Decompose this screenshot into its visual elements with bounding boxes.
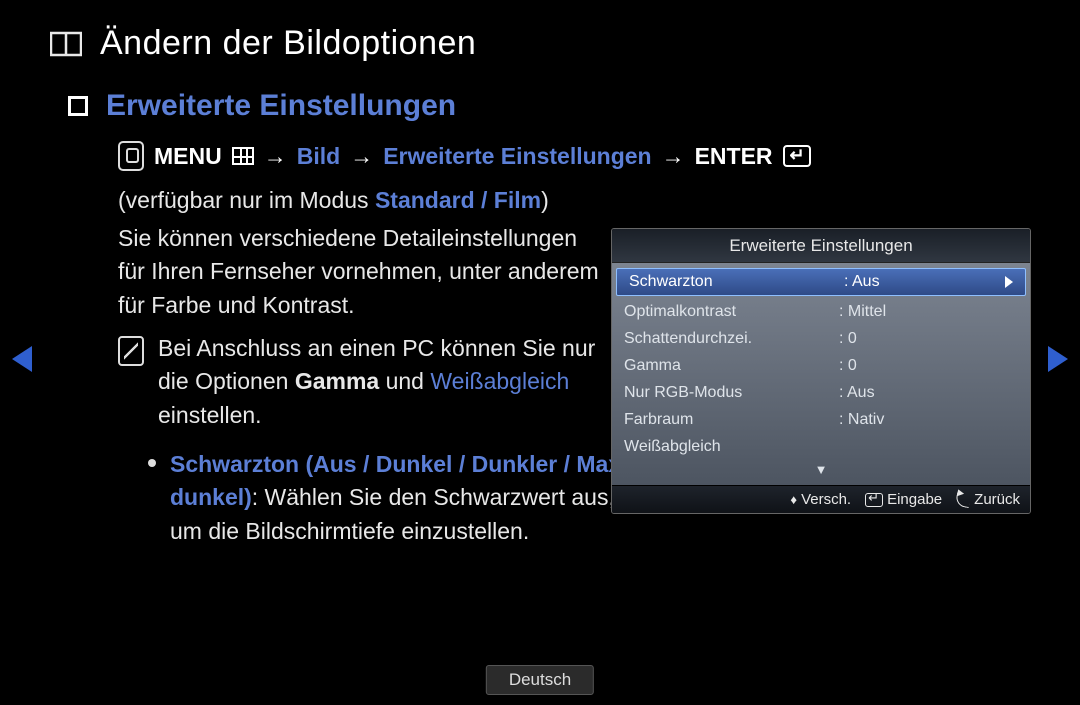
nav-next-button[interactable] bbox=[1048, 346, 1068, 372]
osd-row[interactable]: Farbraum: Nativ bbox=[612, 406, 1030, 433]
section-heading: Erweiterte Einstellungen bbox=[106, 89, 456, 123]
scroll-down-indicator: ▼ bbox=[612, 460, 1030, 477]
osd-row-value: : Aus bbox=[839, 384, 1018, 402]
availability-prefix: (verfügbar nur im Modus bbox=[118, 187, 375, 213]
menu-path: MENU → Bild → Erweiterte Einstellungen →… bbox=[118, 141, 1030, 171]
page-title: Ändern der Bildoptionen bbox=[100, 24, 476, 63]
path-item-1: Bild bbox=[297, 143, 340, 170]
language-badge: Deutsch bbox=[486, 665, 594, 695]
osd-row[interactable]: Nur RGB-Modus: Aus bbox=[612, 379, 1030, 406]
osd-body: Schwarzton: AusOptimalkontrast: MittelSc… bbox=[612, 263, 1030, 485]
path-menu: MENU bbox=[154, 143, 222, 170]
osd-row-label: Optimalkontrast bbox=[624, 303, 839, 321]
osd-row-label: Schattendurchzei. bbox=[624, 330, 839, 348]
open-book-icon bbox=[50, 30, 82, 58]
osd-footer: ♦ Versch. Eingabe Zurück bbox=[612, 485, 1030, 513]
osd-row-label: Schwarzton bbox=[629, 273, 844, 291]
arrow-sep-2: → bbox=[350, 143, 373, 170]
note-icon bbox=[118, 336, 144, 366]
enter-icon bbox=[783, 145, 811, 167]
bullet-item: Schwarzton (Aus / Dunkel / Dunkler / Max… bbox=[148, 448, 628, 548]
osd-footer-move-label: Versch. bbox=[801, 491, 851, 508]
arrow-sep-1: → bbox=[264, 143, 287, 170]
osd-row[interactable]: Weißabgleich bbox=[612, 433, 1030, 460]
osd-row[interactable]: Gamma: 0 bbox=[612, 352, 1030, 379]
note-gamma: Gamma bbox=[295, 368, 379, 394]
nav-prev-button[interactable] bbox=[12, 346, 32, 372]
osd-panel: Erweiterte Einstellungen Schwarzton: Aus… bbox=[611, 228, 1031, 514]
body-paragraph: Sie können verschiedene Detaileinstellun… bbox=[118, 222, 608, 322]
chevron-right-icon bbox=[1005, 276, 1013, 288]
note-block: Bei Anschluss an einen PC können Sie nur… bbox=[118, 332, 618, 432]
osd-footer-back-label: Zurück bbox=[974, 491, 1020, 508]
osd-row-value: : 0 bbox=[839, 330, 1018, 348]
osd-row-value: : 0 bbox=[839, 357, 1018, 375]
osd-row[interactable]: Schattendurchzei.: 0 bbox=[612, 325, 1030, 352]
availability-modes: Standard / Film bbox=[375, 187, 541, 213]
updown-icon: ♦ bbox=[790, 493, 797, 506]
arrow-sep-3: → bbox=[662, 143, 685, 170]
note-weiss: Weißabgleich bbox=[430, 368, 569, 394]
remote-icon bbox=[118, 141, 144, 171]
note-part2: einstellen. bbox=[158, 402, 262, 428]
osd-row[interactable]: Schwarzton: Aus bbox=[616, 268, 1026, 296]
path-item-2: Erweiterte Einstellungen bbox=[383, 143, 651, 170]
osd-footer-move: ♦ Versch. bbox=[790, 491, 851, 508]
osd-row-label: Gamma bbox=[624, 357, 839, 375]
osd-row-value: : Aus bbox=[844, 273, 1005, 291]
osd-row-label: Weißabgleich bbox=[624, 438, 839, 456]
chevron-left-icon bbox=[12, 346, 32, 372]
availability-note: (verfügbar nur im Modus Standard / Film) bbox=[118, 187, 1030, 214]
bullet-dot-icon bbox=[148, 459, 156, 467]
back-icon bbox=[955, 491, 971, 507]
osd-row[interactable]: Optimalkontrast: Mittel bbox=[612, 298, 1030, 325]
path-enter: ENTER bbox=[695, 143, 773, 170]
osd-title: Erweiterte Einstellungen bbox=[612, 229, 1030, 263]
osd-row-label: Nur RGB-Modus bbox=[624, 384, 839, 402]
osd-footer-enter: Eingabe bbox=[865, 491, 942, 508]
osd-row-value: : Mittel bbox=[839, 303, 1018, 321]
availability-suffix: ) bbox=[541, 187, 549, 213]
osd-footer-enter-label: Eingabe bbox=[887, 491, 942, 508]
enter-small-icon bbox=[865, 493, 883, 507]
square-marker-icon bbox=[68, 96, 88, 116]
osd-row-value: : Nativ bbox=[839, 411, 1018, 429]
chevron-right-icon bbox=[1048, 346, 1068, 372]
osd-footer-back: Zurück bbox=[956, 491, 1020, 508]
osd-row-label: Farbraum bbox=[624, 411, 839, 429]
note-and: und bbox=[379, 368, 430, 394]
menu-grid-icon bbox=[232, 147, 254, 165]
